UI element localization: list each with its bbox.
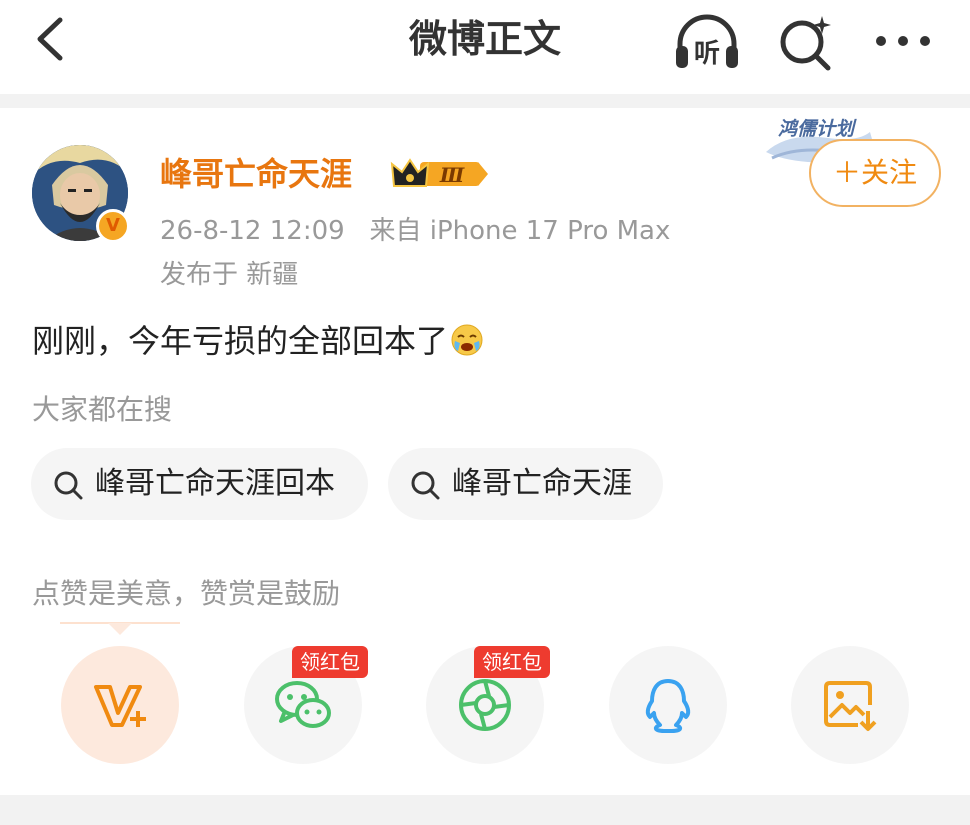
pointer-caret-icon bbox=[60, 622, 180, 635]
share-save-image-button[interactable] bbox=[791, 646, 909, 764]
search-icon bbox=[411, 471, 440, 500]
v-plus-icon bbox=[94, 685, 146, 727]
author-name[interactable]: 峰哥亡命天涯 bbox=[160, 152, 352, 196]
post-meta: 26-8-12 12:09 来自 iPhone 17 Pro Max bbox=[160, 212, 670, 250]
post-text: 刚刚，今年亏损的全部回本了 bbox=[32, 322, 449, 360]
post-source: 来自 iPhone 17 Pro Max bbox=[369, 216, 671, 246]
post-content: 刚刚，今年亏损的全部回本了 bbox=[32, 318, 484, 364]
more-options-icon[interactable] bbox=[874, 34, 932, 48]
qq-icon bbox=[645, 679, 691, 733]
verified-badge-icon: V bbox=[96, 209, 130, 243]
verified-mark: V bbox=[106, 215, 120, 236]
headphones-listen-icon[interactable]: 听 bbox=[672, 14, 742, 70]
reward-label: 点赞是美意，赞赏是鼓励 bbox=[32, 577, 341, 610]
hot-search-chip-label: 峰哥亡命天涯回本 bbox=[95, 466, 335, 501]
hot-search-chip[interactable]: 峰哥亡命天涯回本 bbox=[31, 448, 368, 520]
timestamp: 26-8-12 12:09 bbox=[160, 216, 345, 246]
top-bar: 微博正文 听 bbox=[0, 0, 970, 94]
bottom-divider bbox=[0, 795, 970, 825]
listen-label: 听 bbox=[694, 39, 720, 69]
crying-joy-emoji-icon bbox=[451, 324, 483, 356]
post-location: 发布于 新疆 bbox=[160, 260, 299, 290]
red-packet-tag: 领红包 bbox=[292, 646, 368, 678]
search-icon bbox=[54, 471, 83, 500]
hot-search-chip-label: 峰哥亡命天涯 bbox=[452, 466, 632, 501]
section-divider bbox=[0, 94, 970, 108]
search-icon[interactable] bbox=[776, 12, 836, 72]
red-packet-tag: 领红包 bbox=[474, 646, 550, 678]
hot-search-chip[interactable]: 峰哥亡命天涯 bbox=[388, 448, 663, 520]
share-qq-button[interactable] bbox=[609, 646, 727, 764]
share-v-plus-button[interactable] bbox=[61, 646, 179, 764]
level-badge: Ⅲ bbox=[439, 163, 465, 187]
hot-search-label: 大家都在搜 bbox=[32, 393, 173, 426]
member-crown-badge-icon[interactable]: Ⅲ bbox=[390, 156, 490, 192]
follow-button[interactable]: ＋关注 bbox=[809, 139, 941, 207]
wechat-icon bbox=[275, 681, 331, 728]
moments-icon bbox=[459, 679, 511, 731]
save-image-icon bbox=[824, 681, 877, 731]
